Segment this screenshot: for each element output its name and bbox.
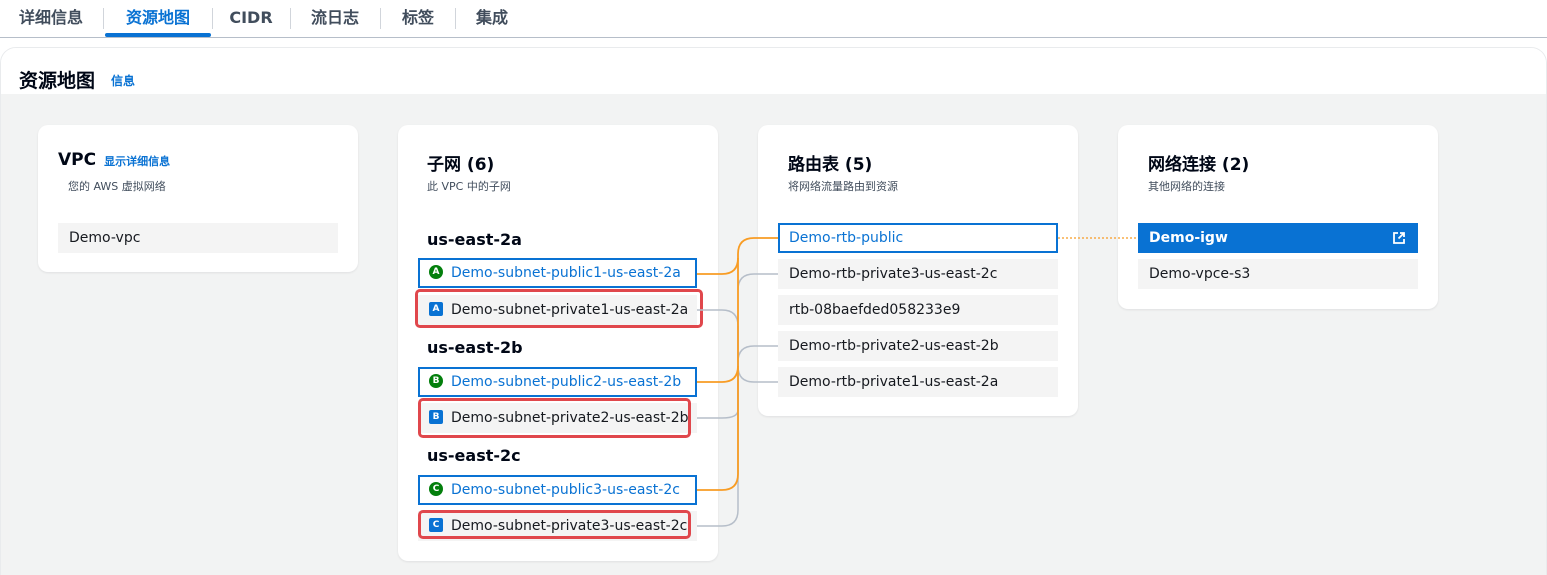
vpc-card-heading: VPC 显示详细信息 [58, 150, 170, 170]
route-tables-card: 路由表 (5) 将网络流量路由到资源 Demo-rtb-public Demo-… [758, 125, 1078, 416]
subnet-label: Demo-subnet-private1-us-east-2a [451, 302, 689, 318]
route-tables-card-title: 路由表 (5) [788, 155, 873, 175]
subnet-private3[interactable]: C Demo-subnet-private3-us-east-2c [418, 511, 697, 541]
az-label-us-east-2a: us-east-2a [427, 230, 522, 249]
network-connections-card: 网络连接 (2) 其他网络的连接 Demo-igw Demo-vpce-s3 [1118, 125, 1438, 309]
network-item-label: Demo-igw [1149, 230, 1228, 246]
subnet-public1[interactable]: A Demo-subnet-public1-us-east-2a [418, 258, 697, 288]
public-subnet-badge: B [429, 374, 443, 388]
public-subnet-badge: A [429, 265, 443, 279]
info-link[interactable]: 信息 [111, 72, 135, 89]
subnet-label: Demo-subnet-public3-us-east-2c [451, 482, 680, 498]
az-label-us-east-2c: us-east-2c [427, 446, 521, 465]
vpc-card: VPC 显示详细信息 您的 AWS 虚拟网络 Demo-vpc [38, 125, 358, 272]
vpc-card-title: VPC [58, 150, 97, 170]
container-header: 资源地图 信息 [1, 48, 1546, 94]
tab-tags[interactable]: 标签 [382, 0, 454, 36]
active-tab-indicator [105, 33, 211, 37]
private-subnet-badge: A [429, 302, 443, 316]
subnet-private1[interactable]: A Demo-subnet-private1-us-east-2a [418, 295, 697, 325]
subnets-card-title: 子网 (6) [427, 155, 495, 175]
section-title: 资源地图 [19, 70, 96, 92]
subnet-label: Demo-subnet-private3-us-east-2c [451, 518, 688, 534]
tab-details[interactable]: 详细信息 [2, 0, 100, 36]
private-subnet-badge: C [429, 518, 443, 532]
subnet-label: Demo-subnet-public2-us-east-2b [451, 374, 682, 390]
subnet-public3[interactable]: C Demo-subnet-public3-us-east-2c [418, 475, 697, 505]
subnet-private2[interactable]: B Demo-subnet-private2-us-east-2b [418, 403, 697, 433]
route-table-item[interactable]: Demo-rtb-public [778, 223, 1058, 253]
private-subnet-badge: B [429, 410, 443, 424]
route-tables-card-subtitle: 将网络流量路由到资源 [788, 180, 898, 193]
show-details-link[interactable]: 显示详细信息 [104, 155, 170, 168]
subnet-label: Demo-subnet-public1-us-east-2a [451, 265, 681, 281]
tab-integrations[interactable]: 集成 [456, 0, 528, 36]
tab-divider [103, 8, 104, 29]
network-card-title: 网络连接 (2) [1148, 155, 1250, 175]
tab-divider [380, 8, 381, 29]
route-table-item[interactable]: Demo-rtb-private2-us-east-2b [778, 331, 1058, 361]
subnets-card: 子网 (6) 此 VPC 中的子网 us-east-2a A Demo-subne… [398, 125, 718, 561]
tab-divider [290, 8, 291, 29]
subnet-public2[interactable]: B Demo-subnet-public2-us-east-2b [418, 367, 697, 397]
route-table-item[interactable]: Demo-rtb-private3-us-east-2c [778, 259, 1058, 289]
tab-cidr[interactable]: CIDR [213, 0, 289, 36]
subnet-label: Demo-subnet-private2-us-east-2b [451, 410, 689, 426]
tab-resource-map[interactable]: 资源地图 [105, 0, 211, 36]
vpc-item[interactable]: Demo-vpc [58, 223, 338, 253]
az-label-us-east-2b: us-east-2b [427, 338, 523, 357]
vpc-card-subtitle: 您的 AWS 虚拟网络 [68, 180, 166, 193]
route-table-item[interactable]: Demo-rtb-private1-us-east-2a [778, 367, 1058, 397]
network-item-igw[interactable]: Demo-igw [1138, 223, 1418, 253]
route-table-item[interactable]: rtb-08baefded058233e9 [778, 295, 1058, 325]
tab-flow-logs[interactable]: 流日志 [292, 0, 378, 36]
subnets-card-subtitle: 此 VPC 中的子网 [427, 180, 511, 193]
network-card-subtitle: 其他网络的连接 [1148, 180, 1225, 193]
network-item-vpce[interactable]: Demo-vpce-s3 [1138, 259, 1418, 289]
tab-bar: 详细信息 资源地图 CIDR 流日志 标签 集成 [0, 0, 1547, 38]
public-subnet-badge: C [429, 482, 443, 496]
external-link-icon[interactable] [1392, 231, 1406, 245]
